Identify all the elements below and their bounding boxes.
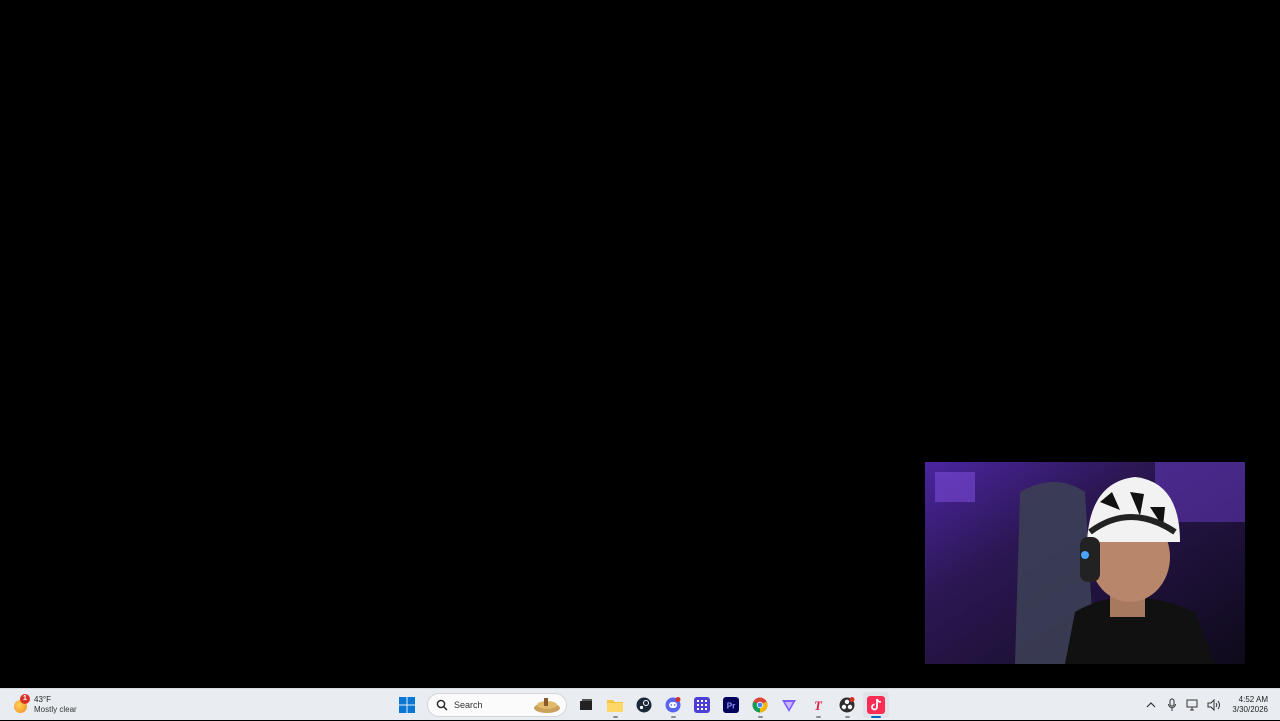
vector-app-button[interactable] [776, 692, 802, 718]
premiere-icon: Pr [723, 697, 739, 713]
chrome-button[interactable] [747, 692, 773, 718]
microphone-icon [1168, 698, 1177, 711]
microphone-button[interactable] [1163, 696, 1181, 714]
system-tray: 4:52 AM 3/30/2026 [1142, 689, 1280, 721]
premiere-button[interactable]: Pr [718, 692, 744, 718]
taskbar: 1 43°F Mostly clear Search Pr T 4:52 AM … [0, 688, 1280, 720]
notification-badge: 1 [20, 694, 30, 704]
discord-icon [665, 697, 681, 713]
volume-button[interactable] [1205, 696, 1223, 714]
discord-button[interactable] [660, 692, 686, 718]
weather-widget[interactable]: 1 43°F Mostly clear [12, 692, 77, 718]
weather-condition: Mostly clear [34, 705, 77, 714]
tiktok-icon [867, 696, 885, 714]
tiktok-button[interactable] [863, 692, 889, 718]
triangle-app-icon [782, 700, 796, 712]
obs-icon [839, 697, 855, 713]
steam-icon [636, 697, 652, 713]
show-hidden-icons-button[interactable] [1142, 696, 1160, 714]
grid-app-icon [694, 697, 710, 713]
folder-icon [607, 700, 623, 712]
webcam-image [925, 462, 1245, 664]
network-button[interactable] [1184, 696, 1202, 714]
chrome-icon [752, 697, 768, 713]
steam-button[interactable] [631, 692, 657, 718]
windows-icon [399, 697, 415, 713]
search-icon [436, 699, 448, 711]
task-view-button[interactable] [573, 692, 599, 718]
task-view-icon [580, 699, 592, 710]
weather-temperature: 43°F [34, 695, 51, 704]
clock-time: 4:52 AM [1238, 695, 1268, 704]
grid-app-button[interactable] [689, 692, 715, 718]
chevron-up-icon [1146, 702, 1156, 708]
weather-icon: 1 [12, 694, 30, 714]
search-label: Search [454, 700, 483, 710]
start-button[interactable] [394, 692, 420, 718]
clock[interactable]: 4:52 AM 3/30/2026 [1232, 695, 1268, 715]
text-app-button[interactable]: T [805, 692, 831, 718]
webcam-overlay [925, 462, 1245, 664]
network-icon [1186, 699, 1198, 711]
taskbar-center: Search Pr T [394, 692, 892, 718]
clock-date: 3/30/2026 [1232, 705, 1268, 714]
speaker-icon [1207, 699, 1221, 711]
search-highlight-icon [534, 698, 560, 713]
obs-button[interactable] [834, 692, 860, 718]
svg-text:Pr: Pr [727, 702, 735, 711]
svg-text:T: T [814, 698, 823, 713]
search-box[interactable]: Search [427, 693, 567, 717]
t-app-icon: T [814, 698, 823, 713]
file-explorer-button[interactable] [602, 692, 628, 718]
